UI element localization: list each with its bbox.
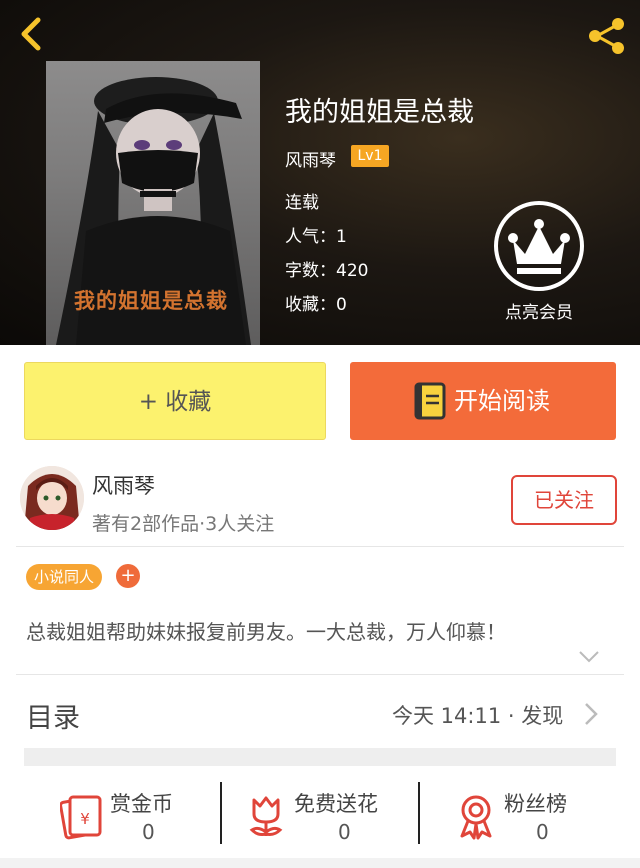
flower-icon bbox=[249, 796, 283, 836]
share-icon[interactable] bbox=[586, 16, 628, 56]
crown-icon[interactable] bbox=[493, 200, 585, 292]
separator bbox=[418, 782, 420, 844]
chevron-down-icon[interactable] bbox=[578, 650, 600, 664]
member-label[interactable]: 点亮会员 bbox=[486, 298, 592, 323]
favorites-stat: 收藏：0 bbox=[285, 295, 347, 315]
section-separator bbox=[24, 748, 616, 766]
reward-coins-value: 0 bbox=[142, 820, 155, 844]
medal-icon bbox=[460, 795, 492, 840]
author-works-info: 著有2部作品·3人关注 bbox=[92, 513, 275, 535]
cover-title-text: 我的姐姐是总裁 bbox=[74, 289, 228, 313]
avatar-image bbox=[20, 466, 84, 530]
word-count-stat: 字数：420 bbox=[285, 261, 369, 281]
chevron-right-icon[interactable] bbox=[584, 702, 598, 726]
collect-button[interactable]: + 收藏 bbox=[24, 362, 326, 440]
back-icon[interactable] bbox=[14, 14, 50, 54]
author-row-name[interactable]: 风雨琴 bbox=[92, 470, 155, 500]
divider bbox=[16, 546, 624, 547]
tag-novel-fanfic[interactable]: 小说同人 bbox=[26, 564, 103, 590]
fan-ranking-value: 0 bbox=[536, 820, 549, 844]
book-cover[interactable]: 我的姐姐是总裁 bbox=[46, 61, 260, 345]
svg-text:¥: ¥ bbox=[80, 810, 90, 828]
red-envelope-icon: ¥ bbox=[60, 795, 102, 840]
author-name[interactable]: 风雨琴 bbox=[285, 146, 336, 171]
free-flower-label: 免费送花 bbox=[294, 792, 378, 816]
book-title: 我的姐姐是总裁 bbox=[285, 97, 474, 128]
divider bbox=[16, 674, 624, 675]
bottom-edge bbox=[0, 858, 640, 868]
book-header: 我的姐姐是总裁 我的姐姐是总裁 风雨琴 Lv1 连载 人气：1 字数：420 收… bbox=[0, 0, 640, 345]
add-tag-button[interactable]: + bbox=[116, 564, 140, 588]
separator bbox=[220, 782, 222, 844]
start-reading-button[interactable]: 开始阅读 bbox=[350, 362, 616, 440]
reward-coins-label: 赏金币 bbox=[110, 792, 173, 816]
follow-button[interactable]: 已关注 bbox=[511, 475, 617, 525]
toc-latest-update[interactable]: 今天 14:11 · 发现 bbox=[392, 700, 563, 730]
author-avatar[interactable] bbox=[20, 466, 84, 530]
level-badge: Lv1 bbox=[351, 145, 389, 167]
popularity-stat: 人气：1 bbox=[285, 227, 347, 247]
fan-ranking-item[interactable]: 粉丝榜 0 bbox=[456, 780, 596, 868]
fan-ranking-label: 粉丝榜 bbox=[504, 792, 567, 816]
start-reading-label: 开始阅读 bbox=[454, 387, 550, 415]
book-icon bbox=[414, 382, 446, 420]
free-flower-value: 0 bbox=[338, 820, 351, 844]
reward-coins-item[interactable]: ¥ 赏金币 0 bbox=[56, 780, 196, 868]
book-description: 总裁姐姐帮助妹妹报复前男友。一大总裁，万人仰慕！ bbox=[26, 620, 506, 644]
serial-status: 连载 bbox=[285, 193, 319, 213]
free-flower-item[interactable]: 免费送花 0 bbox=[246, 780, 406, 868]
toc-label[interactable]: 目录 bbox=[26, 696, 80, 735]
